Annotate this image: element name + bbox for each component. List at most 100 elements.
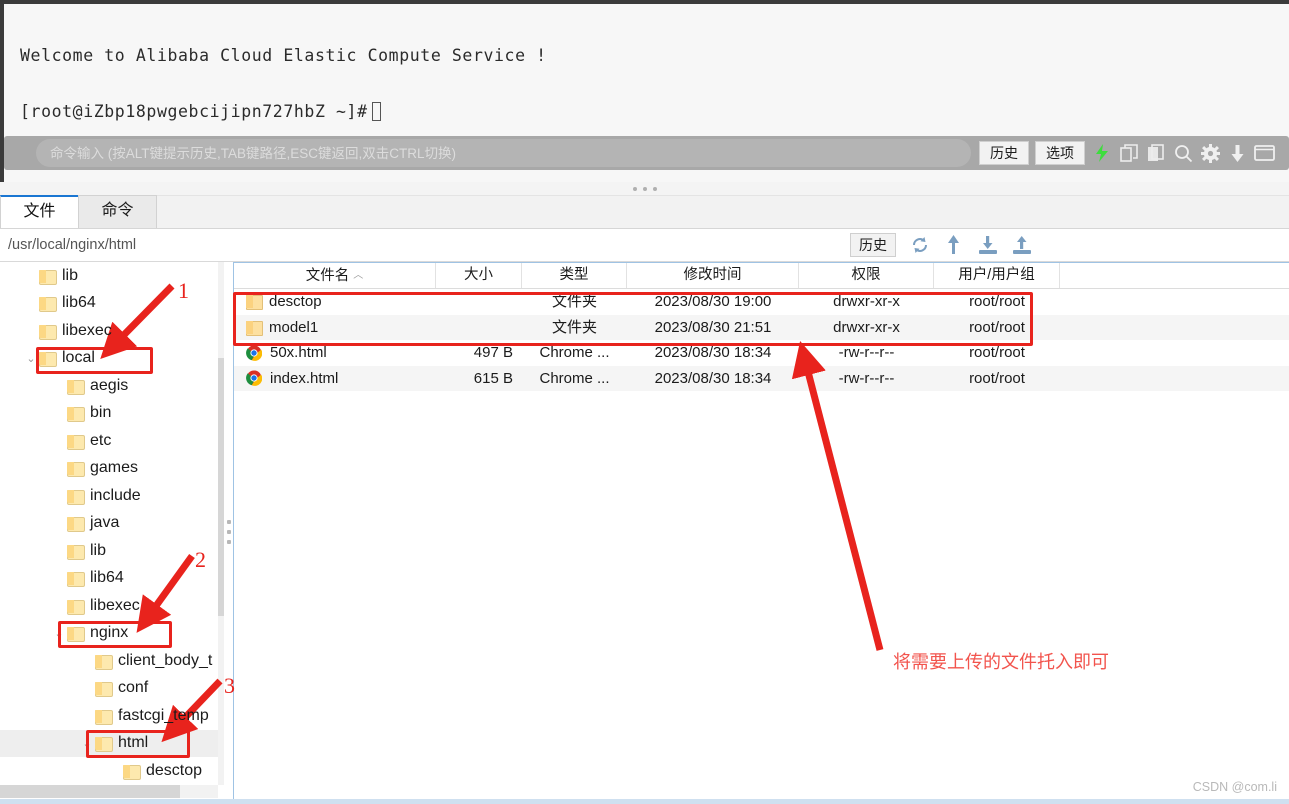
command-history-button[interactable]: 历史 — [979, 141, 1029, 165]
tree-horizontal-scroll-thumb[interactable] — [0, 785, 180, 798]
tree-item-include[interactable]: include — [0, 482, 218, 510]
search-icon[interactable] — [1172, 142, 1194, 164]
column-header-label: 类型 — [559, 267, 589, 283]
column-header-5[interactable]: 用户/用户组 — [934, 263, 1060, 288]
file-name-cell[interactable]: model1 — [234, 315, 436, 340]
splitter-dot — [642, 186, 647, 191]
tree-item-label: lib — [90, 541, 107, 559]
tree-item-label: desctop — [146, 761, 203, 779]
folder-icon — [67, 544, 85, 560]
tree-item-label: lib64 — [62, 294, 96, 312]
file-name-cell[interactable]: desctop — [234, 289, 436, 314]
file-name-cell[interactable]: index.html — [234, 366, 436, 391]
horizontal-splitter[interactable] — [0, 182, 1289, 196]
path-bar: /usr/local/nginx/html 历史 — [0, 229, 1289, 262]
command-options-button[interactable]: 选项 — [1035, 141, 1085, 165]
file-row[interactable]: 50x.html 497 B Chrome ... 2023/08/30 18:34 -… — [234, 340, 1289, 366]
download-icon[interactable] — [1226, 142, 1248, 164]
file-type-cell: Chrome ... — [539, 369, 610, 387]
tree-item-nginx[interactable]: ⌄ nginx — [0, 620, 218, 648]
file-size-cell: 497 B — [473, 344, 513, 362]
tab-bar: 文件 命令 — [0, 195, 1289, 229]
window-icon[interactable] — [1253, 142, 1275, 164]
copy-icon[interactable] — [1118, 142, 1140, 164]
folder-icon — [39, 269, 57, 285]
tree-item-fastcgi_temp[interactable]: fastcgi_temp — [0, 702, 218, 730]
tab-files[interactable]: 文件 — [0, 195, 79, 228]
command-input[interactable] — [36, 139, 971, 167]
folder-icon — [39, 324, 57, 340]
upload-file-icon[interactable] — [1010, 233, 1034, 257]
tree-item-libexec[interactable]: libexec — [0, 317, 218, 345]
download-file-icon[interactable] — [976, 233, 1000, 257]
tree-item-label: nginx — [90, 624, 129, 642]
file-list-header: 文件名 ︿ 大小 类型 修改时间 权限 用户/用户组 — [234, 263, 1289, 289]
tree-item-label: lib64 — [90, 569, 124, 587]
annotation-number-2: 2 — [195, 547, 206, 572]
paste-icon[interactable] — [1145, 142, 1167, 164]
column-header-label: 权限 — [851, 267, 881, 283]
tab-commands[interactable]: 命令 — [78, 195, 157, 228]
vertical-splitter[interactable] — [224, 262, 233, 802]
file-list-body[interactable]: desctop 文件夹 2023/08/30 19:00 drwxr-xr-x root… — [234, 289, 1289, 391]
file-owner-cell: root/root — [969, 293, 1025, 311]
tree-item-label: include — [90, 486, 141, 504]
directory-tree[interactable]: lib lib64 libexec ⌄ local aegis bin etc games inc… — [0, 262, 218, 785]
splitter-dot — [652, 186, 657, 191]
tree-item-html[interactable]: ⌄ html — [0, 729, 218, 757]
chrome-icon — [246, 370, 262, 387]
column-header-4[interactable]: 权限 — [799, 263, 934, 288]
file-mtime-cell: 2023/08/30 21:51 — [654, 318, 772, 336]
gear-icon[interactable] — [1199, 142, 1221, 164]
current-path[interactable]: /usr/local/nginx/html — [8, 237, 850, 253]
file-row[interactable]: index.html 615 B Chrome ... 2023/08/30 18:3… — [234, 365, 1289, 391]
file-row[interactable]: model1 文件夹 2023/08/30 21:51 drwxr-xr-x root/… — [234, 314, 1289, 340]
column-header-label: 大小 — [464, 267, 493, 283]
column-header-2[interactable]: 类型 — [522, 263, 627, 288]
annotation-number-3: 3 — [224, 673, 235, 698]
tree-item-lib[interactable]: lib — [0, 537, 218, 565]
file-list-panel[interactable]: 文件名 ︿ 大小 类型 修改时间 权限 用户/用户组 desctop 文件夹 2023/08/3… — [233, 262, 1289, 802]
column-header-1[interactable]: 大小 — [436, 263, 522, 288]
file-type-cell: Chrome ... — [539, 344, 610, 362]
file-type-cell: 文件夹 — [551, 293, 597, 311]
tree-item-local[interactable]: ⌄ local — [0, 345, 218, 373]
file-owner-cell: root/root — [969, 344, 1025, 362]
file-mtime-cell: 2023/08/30 19:00 — [654, 293, 772, 311]
tree-horizontal-scrollbar[interactable] — [0, 785, 218, 798]
file-name-label: 50x.html — [270, 344, 327, 362]
tree-item-conf[interactable]: conf — [0, 675, 218, 703]
column-header-3[interactable]: 修改时间 — [627, 263, 799, 288]
chevron-down-icon[interactable]: ⌄ — [80, 736, 94, 750]
chevron-down-icon[interactable]: ⌄ — [24, 351, 38, 365]
lightning-icon[interactable] — [1091, 142, 1113, 164]
tree-item-etc[interactable]: etc — [0, 427, 218, 455]
tree-item-games[interactable]: games — [0, 455, 218, 483]
tree-item-label: client_body_t — [118, 651, 213, 669]
path-history-button[interactable]: 历史 — [850, 233, 896, 257]
parent-dir-icon[interactable] — [942, 233, 966, 257]
chevron-down-icon[interactable]: ⌄ — [52, 626, 66, 640]
tree-item-lib64[interactable]: lib64 — [0, 565, 218, 593]
tree-item-label: html — [118, 734, 149, 752]
tree-item-client_body_t[interactable]: client_body_t — [0, 647, 218, 675]
tree-item-desctop[interactable]: desctop — [0, 757, 218, 785]
tree-item-label: libexec — [62, 321, 112, 339]
column-header-0[interactable]: 文件名 ︿ — [234, 263, 436, 288]
tree-item-java[interactable]: java — [0, 510, 218, 538]
folder-icon — [67, 489, 85, 505]
tree-item-bin[interactable]: bin — [0, 400, 218, 428]
terminal-welcome-line: Welcome to Alibaba Cloud Elastic Compute… — [20, 46, 547, 65]
refresh-icon[interactable] — [908, 233, 932, 257]
file-row[interactable]: desctop 文件夹 2023/08/30 19:00 drwxr-xr-x root… — [234, 289, 1289, 315]
folder-icon — [67, 571, 85, 588]
tree-item-libexec[interactable]: libexec — [0, 592, 218, 620]
tree-item-label: games — [90, 459, 139, 477]
splitter-dot — [226, 530, 231, 534]
folder-icon — [246, 295, 263, 311]
file-name-cell[interactable]: 50x.html — [234, 340, 436, 365]
tree-item-aegis[interactable]: aegis — [0, 372, 218, 400]
